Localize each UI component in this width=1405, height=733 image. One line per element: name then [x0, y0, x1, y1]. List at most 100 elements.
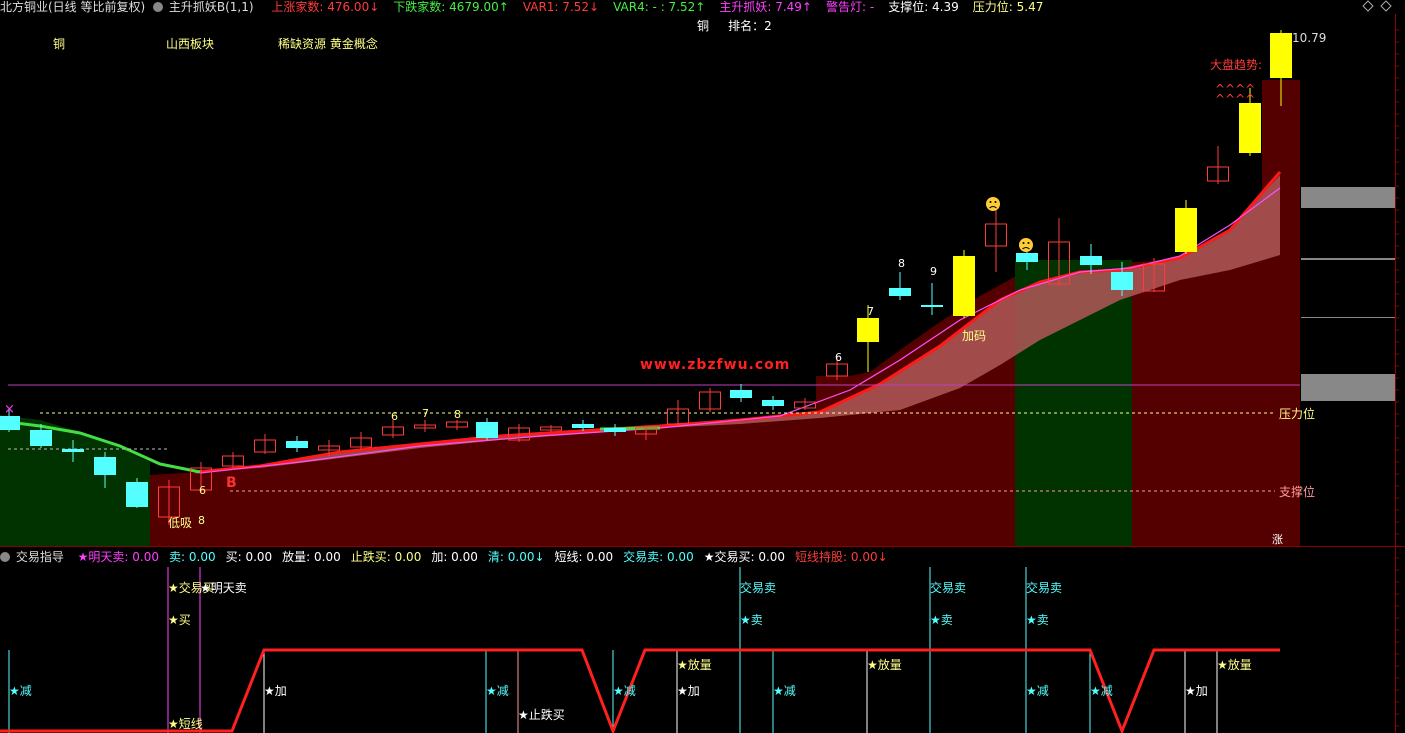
header-value-7: 压力位: 5.47 [972, 0, 1044, 14]
signal-trade-sell: 交易卖 [930, 581, 967, 595]
count-label: 7 [422, 407, 429, 420]
lower-value-0: ★明天卖: 0.00 [77, 550, 160, 564]
candle-body [604, 428, 626, 432]
signal-trade-sell: 交易卖 [740, 581, 777, 595]
candle-body [572, 424, 594, 428]
indicator-toggle-icon[interactable] [153, 2, 164, 12]
candle-body [857, 318, 879, 342]
candle-body [1175, 208, 1197, 252]
diamond-icon [1380, 0, 1392, 12]
indicator-name[interactable]: 主升抓妖B(1,1) [169, 0, 254, 14]
green-trend-area [0, 415, 150, 546]
lower-value-1: 卖: 0.00 [169, 550, 216, 564]
candle-body [62, 449, 84, 452]
warning-face-icon [986, 197, 1000, 211]
lower-value-2: 买: 0.00 [225, 550, 273, 564]
market-trend-label: 大盘趋势: [1210, 58, 1263, 72]
header-value-0: 上涨家数: 476.00↓ [271, 0, 380, 14]
signal-reduce: ★减 [773, 684, 796, 698]
signal-trade-sell: 交易卖 [1026, 581, 1063, 595]
candle-body [286, 441, 308, 448]
count-label: 6 [199, 484, 206, 497]
signal-sell: ★卖 [930, 613, 953, 627]
support-label: 支撑位 [1279, 485, 1316, 499]
signal-reduce: ★减 [486, 684, 509, 698]
signal-reduce: ★减 [613, 684, 636, 698]
candle-body [94, 457, 116, 475]
x-mark: × [4, 402, 15, 417]
price-high-label: 10.79 [1292, 31, 1327, 45]
count-label: 8 [454, 408, 461, 421]
candle-body [0, 416, 20, 430]
signal-volume: ★放量 [1217, 658, 1252, 672]
candle-body [1270, 33, 1292, 78]
count-label: 7 [867, 305, 874, 318]
lower-value-9: ★交易买: 0.00 [703, 550, 786, 564]
lower-value-6: 清: 0.00↓ [487, 550, 545, 564]
lower-value-5: 加: 0.00 [431, 550, 478, 564]
header-bar: 北方铜业(日线 等比前复权) 主升抓妖B(1,1) 上涨家数: 476.00↓ 下… [0, 0, 1059, 14]
signal-reduce: ★减 [1090, 684, 1113, 698]
count-label: 9 [930, 265, 937, 278]
candle-body [762, 400, 784, 406]
signal-sell: ★卖 [740, 613, 763, 627]
lower-value-4: 止跌买: 0.00 [350, 550, 422, 564]
pressure-label: 压力位 [1279, 407, 1316, 421]
sector-concept: 稀缺资源 黄金概念 [278, 37, 378, 51]
zhang-label: 涨 [1272, 533, 1283, 546]
volume-profile-bar [1301, 258, 1395, 260]
signal-sell-tomorrow: ★明天卖 [200, 581, 247, 595]
red-trend-area [1132, 80, 1300, 546]
candle-body [1239, 103, 1261, 153]
header-value-2: VAR1: 7.52↓ [522, 0, 600, 14]
volume-profile-bar [1301, 187, 1395, 208]
stock-title[interactable]: 北方铜业(日线 等比前复权) [0, 0, 145, 14]
candle-body [30, 430, 52, 446]
signal-volume: ★放量 [867, 658, 902, 672]
header-indicator-values: 上涨家数: 476.00↓ 下跌家数: 4679.00↑ VAR1: 7.52↓ VA… [265, 0, 1051, 14]
signal-add: ★加 [264, 684, 287, 698]
add-chip-label: 加码 [962, 329, 987, 343]
sector-shanxi: 山西板块 [166, 37, 215, 51]
candle-body [889, 288, 911, 296]
header-value-1: 下跌家数: 4679.00↑ [393, 0, 509, 14]
signal-short-line: ★短线 [168, 717, 203, 731]
candle-body [1080, 256, 1102, 265]
signal-buy: ★买 [168, 613, 191, 627]
count-label: 6 [835, 351, 842, 364]
header-value-6: 支撑位: 4.39 [888, 0, 959, 14]
candle-body [1016, 253, 1038, 262]
lower-panel-title[interactable]: 交易指导 [16, 550, 64, 564]
lower-indicator-values: ★明天卖: 0.00 卖: 0.00 买: 0.00 放量: 0.00 止跌买: 0.0… [74, 550, 894, 564]
lower-value-3: 放量: 0.00 [282, 550, 341, 564]
volume-profile-bar [1301, 374, 1395, 401]
buy-b-mark: B [226, 475, 237, 491]
count-label: 8 [898, 257, 905, 270]
lower-value-7: 短线: 0.00 [554, 550, 614, 564]
candle-body [730, 390, 752, 398]
header-value-5: 警告灯: - [825, 0, 875, 14]
sector-rank: 铜 排名：2 [697, 19, 772, 33]
lower-value-8: 交易卖: 0.00 [623, 550, 694, 564]
candle-body [126, 482, 148, 507]
lower-panel-header: 交易指导 ★明天卖: 0.00 卖: 0.00 买: 0.00 放量: 0.00 止跌买… [0, 548, 900, 565]
count-label: 8 [198, 514, 205, 527]
candle-body [921, 305, 943, 307]
signal-sell: ★卖 [1026, 613, 1049, 627]
low-buy-label: 低吸 [168, 516, 193, 530]
lower-panel-toggle-icon[interactable] [0, 552, 10, 562]
watermark: www.zbzfwu.com [640, 357, 791, 373]
header-value-4: 主升抓妖: 7.49↑ [719, 0, 812, 14]
signal-reduce: ★减 [1026, 684, 1049, 698]
header-value-3: VAR4: - : 7.52↑ [613, 0, 706, 14]
lower-value-10: 短线持股: 0.00↓ [795, 550, 888, 564]
candle-body [476, 422, 498, 438]
volume-profile-bar [1301, 317, 1395, 318]
signal-add: ★加 [1185, 684, 1208, 698]
signal-stop-fall-buy: ★止跌买 [518, 708, 565, 722]
signal-volume: ★放量 [677, 658, 712, 672]
market-trend-carets: ^^^^ ^^^^ [1215, 82, 1256, 106]
candle-body [1111, 272, 1133, 290]
signal-reduce: ★减 [9, 684, 32, 698]
trend-background [0, 80, 1300, 546]
